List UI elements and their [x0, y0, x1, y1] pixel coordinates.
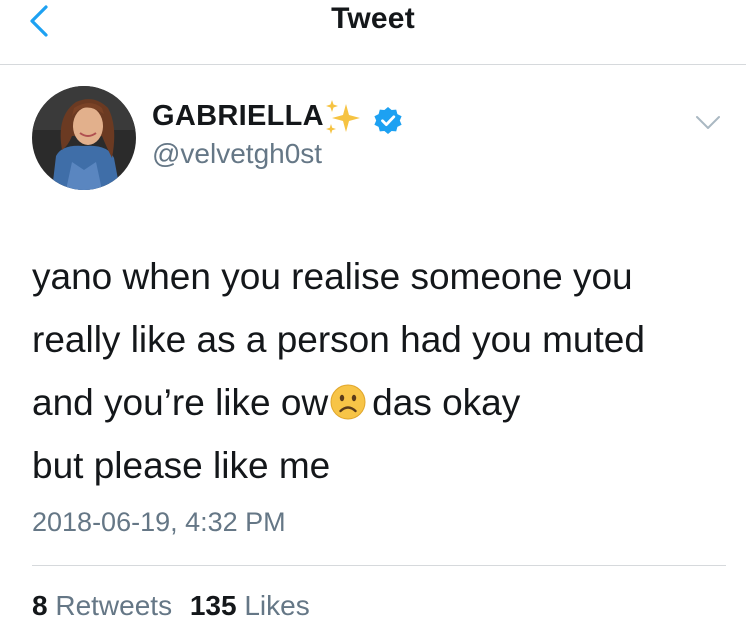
tweet-line: but please like me: [32, 445, 331, 486]
verified-badge-icon: [374, 107, 402, 134]
tweet-menu-button[interactable]: [694, 108, 722, 136]
tweet-text: yano when you realise someone you really…: [32, 245, 722, 497]
tweet-stats: 8 Retweets 135 Likes: [32, 590, 320, 622]
page-title: Tweet: [331, 2, 415, 35]
tweet-line: yano when you realise someone you: [32, 256, 633, 297]
navigation-bar: Tweet: [0, 0, 746, 65]
frowning-face-icon: [330, 384, 366, 420]
retweets-label: Retweets: [55, 590, 173, 621]
tweet-line-part: and you’re like ow: [32, 382, 329, 423]
author-display-name[interactable]: GABRIELLA: [152, 100, 324, 133]
chevron-down-icon: [696, 116, 720, 129]
avatar[interactable]: [32, 86, 136, 190]
author-handle[interactable]: @velvetgh0st: [152, 138, 322, 170]
likes-stat[interactable]: 135 Likes: [190, 590, 310, 621]
likes-count: 135: [189, 590, 237, 621]
likes-label: Likes: [244, 590, 310, 621]
tweet-line: and you’re like ow das okay: [32, 371, 722, 434]
retweets-count: 8: [32, 590, 48, 621]
sparkles-icon: [326, 100, 360, 134]
tweet-line-part: das okay: [372, 382, 521, 423]
retweets-stat[interactable]: 8 Retweets: [32, 590, 172, 621]
tweet-timestamp: 2018-06-19, 4:32 PM: [32, 507, 286, 537]
divider: [32, 565, 726, 566]
tweet-line: really like as a person had you muted: [32, 319, 645, 360]
